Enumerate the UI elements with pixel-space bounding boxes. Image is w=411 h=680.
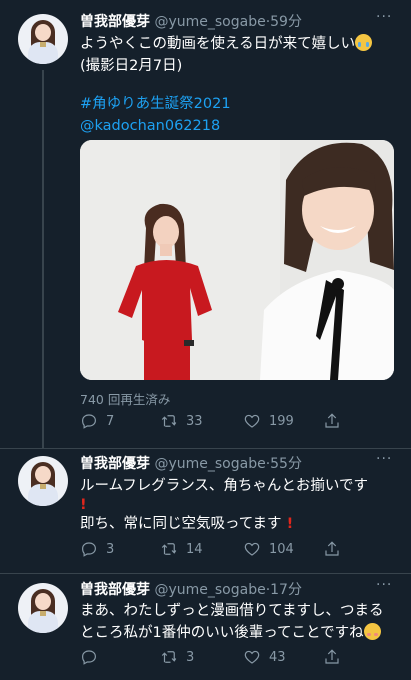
- reply-icon: [82, 650, 96, 665]
- tweet-text: ルームフレグランス、角ちゃんとお揃いです ! 即ち、常に同じ空気吸ってます !: [80, 475, 368, 535]
- like-icon: [244, 542, 260, 556]
- display-name[interactable]: 曽我部優芽: [80, 582, 150, 598]
- retweet-count: 33: [186, 413, 203, 429]
- like-button[interactable]: 199: [243, 412, 294, 430]
- tweet-header: 曽我部優芽 @yume_sogabe·17分: [80, 582, 302, 598]
- share-icon: [325, 649, 339, 664]
- user-handle[interactable]: @yume_sogabe: [154, 14, 265, 30]
- tweet-line: 即ち、常に同じ空気吸ってます: [80, 516, 282, 532]
- like-button[interactable]: 43: [243, 648, 286, 666]
- tweet-line: (撮影日2月7日): [80, 58, 183, 74]
- tweet-line: ようやくこの動画を使える日が来て嬉しい: [80, 36, 356, 52]
- display-name[interactable]: 曽我部優芽: [80, 14, 150, 30]
- more-icon[interactable]: ···: [376, 9, 392, 25]
- like-count: 43: [269, 649, 286, 665]
- user-handle[interactable]: @yume_sogabe: [154, 582, 265, 598]
- tweet-text: まあ、わたしずっと漫画借りてますし、つまる ところ私が1番仲のいい後輩ってことで…: [80, 600, 383, 644]
- timestamp[interactable]: 17分: [270, 582, 302, 598]
- view-count: 740 回再生済み: [80, 392, 171, 407]
- exclamation-emoji: !: [281, 516, 294, 532]
- retweet-button[interactable]: 14: [160, 540, 203, 558]
- action-bar: 3 14 104: [80, 540, 390, 560]
- retweet-icon: [161, 543, 177, 555]
- like-button[interactable]: 104: [243, 540, 294, 558]
- reply-button[interactable]: [80, 648, 106, 666]
- like-icon: [244, 650, 260, 664]
- mention-link[interactable]: @kadochan062218: [80, 115, 231, 137]
- tweet-links: #角ゆりあ生誕祭2021 @kadochan062218: [80, 93, 231, 137]
- retweet-count: 3: [186, 649, 195, 665]
- like-count: 199: [269, 413, 294, 429]
- share-button[interactable]: [323, 648, 341, 666]
- tweet-header: 曽我部優芽 @yume_sogabe·59分: [80, 14, 302, 30]
- timestamp[interactable]: 59分: [270, 14, 302, 30]
- like-count: 104: [269, 541, 294, 557]
- reply-icon: [82, 414, 96, 429]
- reply-count: 7: [106, 413, 115, 429]
- tweet-divider: [0, 573, 411, 574]
- share-icon: [325, 413, 339, 428]
- sad-emoji: [355, 34, 373, 51]
- retweet-icon: [161, 651, 177, 663]
- action-bar: 3 43: [80, 648, 390, 668]
- more-icon[interactable]: ···: [376, 577, 392, 593]
- smile-emoji: [363, 623, 381, 640]
- like-icon: [244, 414, 260, 428]
- user-handle[interactable]: @yume_sogabe: [154, 456, 265, 472]
- share-button[interactable]: [323, 412, 341, 430]
- tweet-line: まあ、わたしずっと漫画借りてますし、つまる: [80, 603, 384, 619]
- timestamp[interactable]: 55分: [270, 456, 302, 472]
- retweet-icon: [161, 415, 177, 427]
- share-button[interactable]: [323, 540, 341, 558]
- avatar[interactable]: [18, 583, 68, 633]
- avatar[interactable]: [18, 14, 68, 64]
- tweet-line: ルームフレグランス、角ちゃんとお揃いです: [80, 478, 368, 494]
- action-bar: 7 33 199: [80, 412, 390, 432]
- exclamation-emoji: !: [80, 497, 87, 513]
- tweet-divider: [0, 448, 411, 449]
- reply-button[interactable]: 3: [80, 540, 114, 558]
- more-icon[interactable]: ···: [376, 451, 392, 467]
- hashtag-link[interactable]: #角ゆりあ生誕祭2021: [80, 93, 231, 115]
- reply-button[interactable]: 7: [80, 412, 114, 430]
- retweet-count: 14: [186, 541, 203, 557]
- display-name[interactable]: 曽我部優芽: [80, 456, 150, 472]
- video-frame: [80, 140, 394, 380]
- reply-count: 3: [106, 541, 115, 557]
- share-icon: [325, 541, 339, 556]
- tweet-text: ようやくこの動画を使える日が来て嬉しい (撮影日2月7日): [80, 33, 373, 77]
- retweet-button[interactable]: 33: [160, 412, 203, 430]
- tweet-line: ところ私が1番仲のいい後輩ってことですね: [80, 625, 364, 641]
- video-player[interactable]: [80, 140, 394, 380]
- tweet-header: 曽我部優芽 @yume_sogabe·55分: [80, 456, 302, 472]
- thread-line: [42, 70, 44, 448]
- avatar[interactable]: [18, 456, 68, 506]
- retweet-button[interactable]: 3: [160, 648, 194, 666]
- reply-icon: [82, 542, 96, 557]
